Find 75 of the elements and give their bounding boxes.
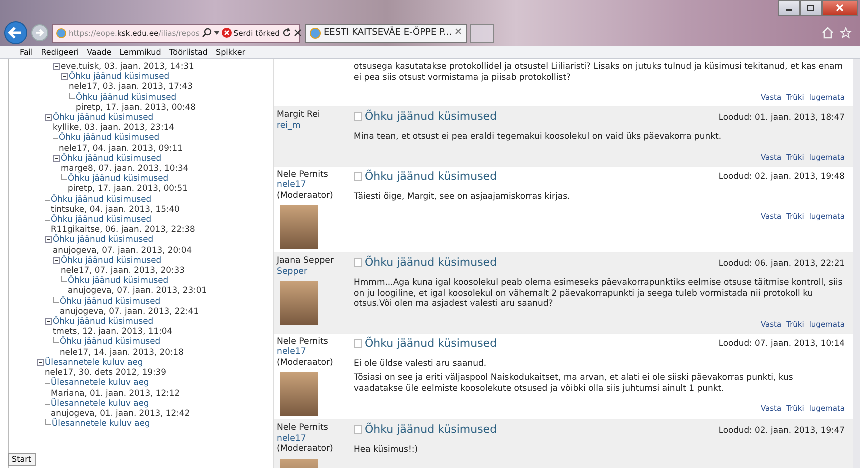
author-link[interactable]: nele17 (277, 180, 354, 190)
post-text: Täiesti õige, Margit, see on asjaajamiskorras kirjas. (354, 192, 572, 202)
post-text: Hea küsimus!:) (354, 445, 420, 456)
author-name: Nele Pernits (277, 170, 330, 180)
thread-link[interactable]: Õhku jäänud küsimused (60, 296, 200, 306)
author-link[interactable]: nele17 (277, 434, 354, 444)
thread-link[interactable]: Õhku jäänud küsimused (61, 254, 185, 266)
thread-link[interactable]: Õhku jäänud küsimused (53, 112, 174, 122)
menu-item[interactable]: Tööriistad (169, 48, 208, 56)
post-meta: tintsuke, 04. jaan. 2013, 15:40 (51, 204, 180, 214)
post-title: Õhku jäänud küsimused (365, 336, 498, 350)
thread-link[interactable]: Õhku jäänud küsimused (69, 71, 193, 82)
author-role: (Moderaator) (277, 444, 334, 454)
author-link[interactable]: rei_m (277, 120, 354, 131)
menu-item[interactable]: Fail (20, 48, 34, 56)
post-meta: anujogeva, 01. jaan. 2013, 12:42 (51, 408, 190, 418)
menu-item[interactable]: Lemmikud (120, 48, 162, 56)
thread-link[interactable]: Õhku jäänud küsimused (59, 132, 183, 143)
post-title: Õhku jäänud küsimused (365, 110, 498, 123)
author-role: (Moderaator) (277, 190, 334, 201)
post-meta: anujogeva, 07. jaan. 2013, 22:41 (60, 306, 200, 316)
thread-link[interactable]: Ülesannetele kuluv aeg (51, 398, 190, 408)
post-title: Õhku jäänud küsimused (365, 170, 498, 182)
browser-tab[interactable]: EESTI KAITSEVÄE E-ÕPPE P... (305, 24, 468, 42)
post-date: Loodud: 07. jaan. 2013, 10:14 (718, 338, 845, 348)
thread-link[interactable]: Õhku jäänud küsimused (61, 152, 189, 164)
menu-item[interactable]: Spikker (216, 48, 246, 56)
post-meta: anujogeva, 07. jaan. 2013, 23:01 (68, 285, 208, 296)
thread-link[interactable]: Õhku jäänud küsimused (51, 194, 180, 204)
thread-link[interactable]: Õhku jäänud küsimused (68, 173, 188, 184)
post-meta: piretp, 17. jaan. 2013, 00:48 (76, 102, 196, 112)
author-name: Nele Pernits (277, 423, 330, 434)
post-date: Loodud: 01. jaan. 2013, 18:47 (718, 112, 845, 122)
post-meta: marge8, 07. jaan. 2013, 10:34 (61, 163, 189, 174)
menu-item[interactable]: Vaade (87, 48, 112, 56)
post-meta: Mariana, 01. jaan. 2013, 12:12 (51, 388, 180, 398)
post-date: Loodud: 06. jaan. 2013, 22:21 (718, 258, 845, 268)
thread-link[interactable]: Õhku jäänud küsimused (60, 336, 184, 347)
author-link[interactable]: nele17 (277, 347, 354, 358)
post-title: Õhku jäänud küsimused (365, 256, 498, 269)
author-link[interactable]: Sepper (277, 266, 354, 277)
menu-item[interactable]: Redigeeri (41, 48, 80, 56)
post-meta: anujogeva, 07. jaan. 2013, 20:04 (53, 244, 192, 255)
post-meta: kyllike, 03. jaan. 2013, 23:14 (53, 122, 174, 132)
post-text: Mina tean, et otsust ei pea eraldi tegemakui koosolekul on vaid üks päevakorra punkt. (354, 132, 723, 142)
post-text: Ei ole üldse valesti aru saanud. (354, 358, 488, 369)
thread-link[interactable]: Õhku jäänud küsimused (53, 316, 173, 326)
start-button[interactable]: Start (8, 453, 36, 466)
post-meta: nele17, 30. dets 2012, 19:39 (45, 367, 166, 378)
post-meta: tmets, 12. jaan. 2013, 11:04 (53, 326, 173, 336)
thread-link[interactable]: Õhku jäänud küsimused (53, 234, 192, 245)
post-meta: nele17, 14. jaan. 2013, 20:18 (60, 346, 184, 357)
post-meta: nele17, 03. jaan. 2013, 17:43 (69, 81, 193, 92)
author-role: (Moderaator) (277, 358, 334, 368)
thread-link[interactable]: Ülesannetele kuluv aeg (52, 418, 150, 428)
thread-link[interactable]: Õhku jäänud küsimused (76, 92, 196, 102)
thread-link[interactable]: Ülesannetele kuluv aeg (51, 377, 180, 388)
post-text: Tõsiasi on see ja eriti väljaspool Naiskodukaitset, ma arvan, et alati ei ole siiski päevakorras punkti, kus vaadatakse üle eelmiste koosolekute otsused ja võibki olla siis juhtumsi ainult 1 punkt. (354, 373, 794, 394)
post-date: Loodud: 02. jaan. 2013, 19:48 (718, 171, 845, 181)
thread-link[interactable]: Ülesannetele kuluv aeg (45, 356, 166, 368)
thread-link[interactable]: Õhku jäänud küsimused (68, 275, 208, 286)
author-name: Nele Pernits (277, 336, 330, 347)
author-name: Margit Rei (277, 110, 322, 120)
post-meta: eve.tuisk, 03. jaan. 2013, 14:31 (61, 61, 194, 71)
post-meta: nele17, 04. jaan. 2013, 09:11 (59, 142, 183, 153)
post-meta: piretp, 17. jaan. 2013, 00:51 (68, 183, 188, 194)
author-name: Jaana Sepper (277, 256, 335, 266)
post-title: Õhku jäänud küsimused (365, 423, 498, 436)
post-text: otsusega kasutatakse protokollidel ja otsustel Liiliaristi? Lisaks on jutuks tulnud ja küsimusi tekitanud, et kas enam ei pea siis otsust vormistama ja piisab protokollist? (354, 62, 844, 83)
post-date: Loodud: 02. jaan. 2013, 19:47 (718, 424, 845, 434)
thread-link[interactable]: Õhku jäänud küsimused (51, 214, 196, 224)
tab-title[interactable]: EESTI KAITSEVÄE E-ÕPPE P... (324, 28, 452, 38)
post-meta: R11gikaitse, 06. jaan. 2013, 22:38 (51, 224, 196, 234)
post-meta: nele17, 07. jaan. 2013, 20:33 (61, 265, 185, 276)
post-text: Hmmm...Aga kuna igal koosolekul peab olema esimeseks päevakorrapunktiks eelmise otsuse täitmise kontroll, siis on ju loogiline, et igal koosolekul on vähemalt 2 päevakorrapunkti ja seega tuleb vormistada nii protokoll ku otsus.Või olen ma asjadest valesti aru saanud? (354, 278, 844, 310)
